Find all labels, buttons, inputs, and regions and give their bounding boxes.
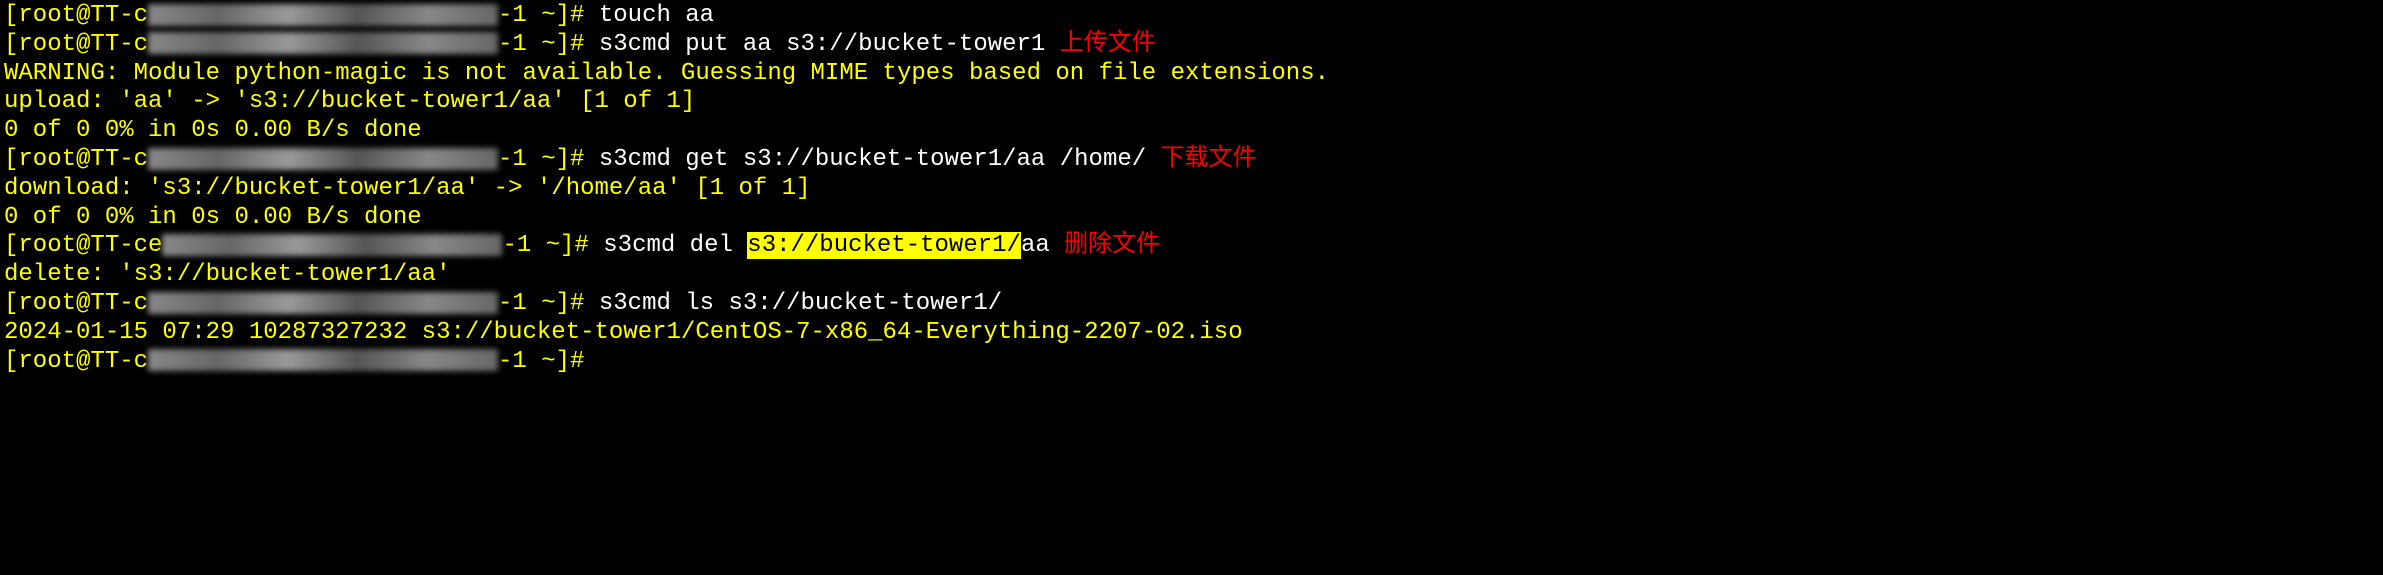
terminal-output-line: 2024-01-15 07:29 10287327232 s3://bucket… <box>4 319 2379 348</box>
terminal-output-line: 0 of 0 0% in 0s 0.00 B/s done <box>4 204 2379 233</box>
shell-prompt: [root@TT-ce -1 ~]# <box>4 232 603 259</box>
annotation-upload: 上传文件 <box>1060 31 1156 58</box>
ls-output: 2024-01-15 07:29 10287327232 s3://bucket… <box>4 319 1243 346</box>
delete-status: delete: 's3://bucket-tower1/aa' <box>4 261 450 288</box>
upload-status: upload: 'aa' -> 's3://bucket-tower1/aa' … <box>4 88 695 115</box>
prompt-user-host: [root@TT-ce <box>4 232 162 259</box>
shell-prompt: [root@TT-c -1 ~]# <box>4 31 599 58</box>
command-text: s3cmd get s3://bucket-tower1/aa /home/ <box>599 146 1146 173</box>
prompt-suffix: -1 ~]# <box>498 290 599 317</box>
download-status: download: 's3://bucket-tower1/aa' -> '/h… <box>4 175 811 202</box>
terminal-output-line: delete: 's3://bucket-tower1/aa' <box>4 261 2379 290</box>
shell-prompt: [root@TT-c -1 ~]# <box>4 348 584 375</box>
hostname-blurred <box>148 292 498 314</box>
command-text: aa <box>1021 232 1050 259</box>
highlighted-selection: s3://bucket-tower1/ <box>747 232 1021 259</box>
hostname-blurred <box>148 349 498 371</box>
prompt-user-host: [root@TT-c <box>4 31 148 58</box>
terminal-output-line: upload: 'aa' -> 's3://bucket-tower1/aa' … <box>4 88 2379 117</box>
prompt-suffix: -1 ~]# <box>502 232 603 259</box>
shell-prompt: [root@TT-c -1 ~]# <box>4 2 599 29</box>
progress-text: 0 of 0 0% in 0s 0.00 B/s done <box>4 117 422 144</box>
annotation-delete: 删除文件 <box>1064 232 1160 259</box>
prompt-suffix: -1 ~]# <box>498 348 584 375</box>
prompt-user-host: [root@TT-c <box>4 2 148 29</box>
annotation-download: 下载文件 <box>1161 146 1257 173</box>
prompt-suffix: -1 ~]# <box>498 31 599 58</box>
prompt-user-host: [root@TT-c <box>4 290 148 317</box>
command-text: s3cmd del <box>603 232 747 259</box>
terminal-line: [root@TT-ce -1 ~]# s3cmd del s3://bucket-… <box>4 232 2379 261</box>
prompt-suffix: -1 ~]# <box>498 146 599 173</box>
prompt-user-host: [root@TT-c <box>4 348 148 375</box>
command-text: s3cmd ls s3://bucket-tower1/ <box>599 290 1002 317</box>
terminal-output-line: download: 's3://bucket-tower1/aa' -> '/h… <box>4 175 2379 204</box>
terminal-line: [root@TT-c -1 ~]# s3cmd get s3://bucket-t… <box>4 146 2379 175</box>
command-text: s3cmd put aa s3://bucket-tower1 <box>599 31 1045 58</box>
warning-text: WARNING: Module python-magic is not avai… <box>4 60 1329 87</box>
command-text: touch aa <box>599 2 714 29</box>
prompt-suffix: -1 ~]# <box>498 2 599 29</box>
hostname-blurred <box>148 32 498 54</box>
terminal-line: [root@TT-c -1 ~]# s3cmd ls s3://bucket-to… <box>4 290 2379 319</box>
terminal-output-line: 0 of 0 0% in 0s 0.00 B/s done <box>4 117 2379 146</box>
terminal-line: [root@TT-c -1 ~]# touch aa <box>4 2 2379 31</box>
shell-prompt: [root@TT-c -1 ~]# <box>4 146 599 173</box>
prompt-user-host: [root@TT-c <box>4 146 148 173</box>
hostname-blurred <box>148 148 498 170</box>
terminal-output-line: WARNING: Module python-magic is not avai… <box>4 60 2379 89</box>
terminal-line: [root@TT-c -1 ~]# <box>4 348 2379 377</box>
hostname-blurred <box>162 234 502 256</box>
hostname-blurred <box>148 4 498 26</box>
shell-prompt: [root@TT-c -1 ~]# <box>4 290 599 317</box>
progress-text: 0 of 0 0% in 0s 0.00 B/s done <box>4 204 422 231</box>
terminal-line: [root@TT-c -1 ~]# s3cmd put aa s3://bucke… <box>4 31 2379 60</box>
